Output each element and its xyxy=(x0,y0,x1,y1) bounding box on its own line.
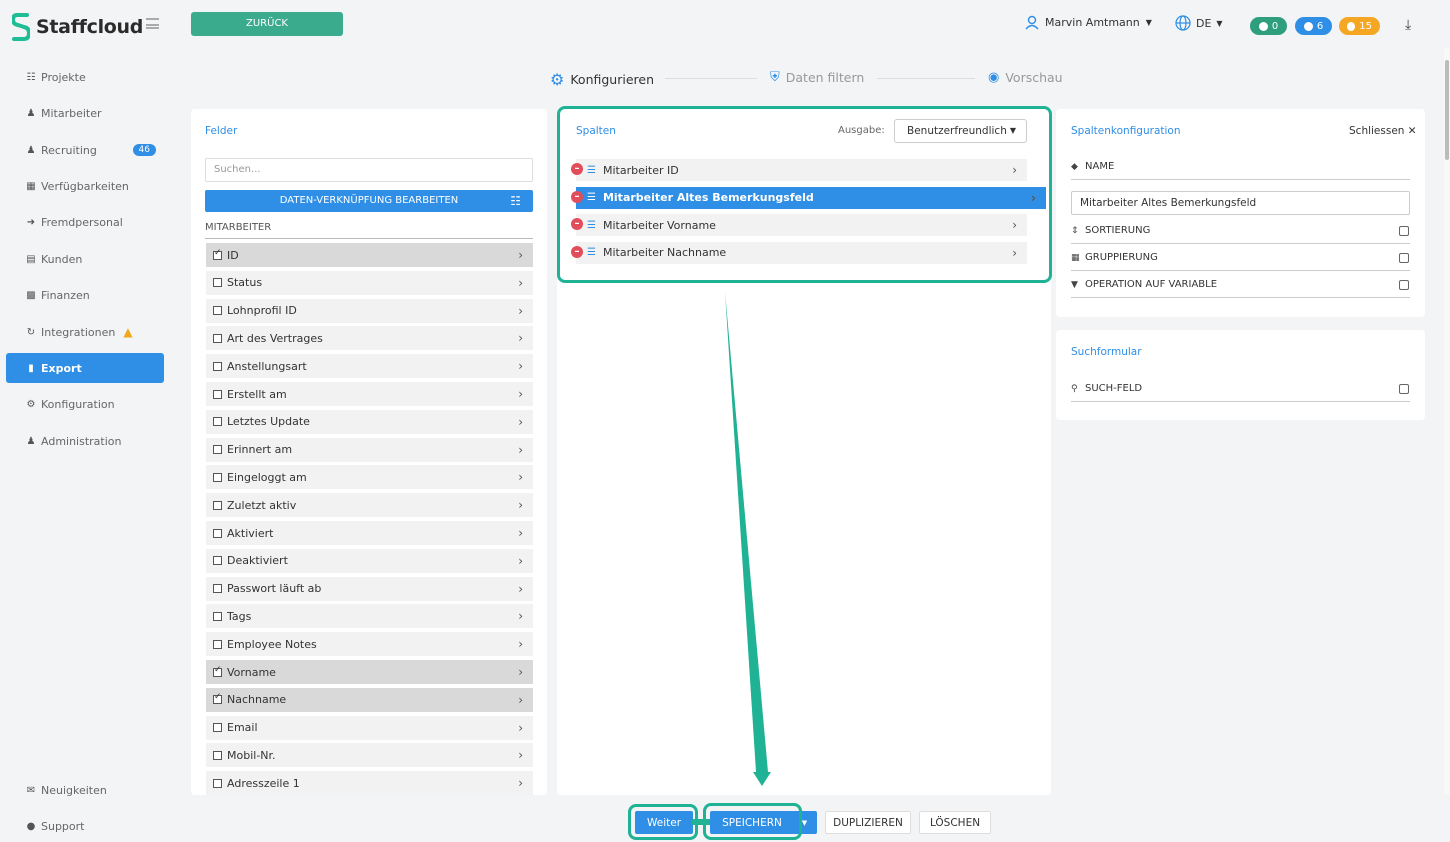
arrow-shaft xyxy=(725,292,768,772)
delete-button[interactable]: LÖSCHEN xyxy=(919,811,991,834)
duplicate-button[interactable]: DUPLIZIEREN xyxy=(825,811,911,834)
caret-down-icon: ▼ xyxy=(801,818,808,827)
next-highlight xyxy=(628,804,698,840)
save-highlight xyxy=(703,803,802,840)
arrow-head xyxy=(753,772,771,786)
remove-column-icon[interactable]: – xyxy=(571,245,583,258)
annotation-arrow xyxy=(725,292,771,786)
remove-column-icon[interactable]: – xyxy=(571,163,583,175)
remove-column-icon[interactable]: – xyxy=(571,190,583,203)
